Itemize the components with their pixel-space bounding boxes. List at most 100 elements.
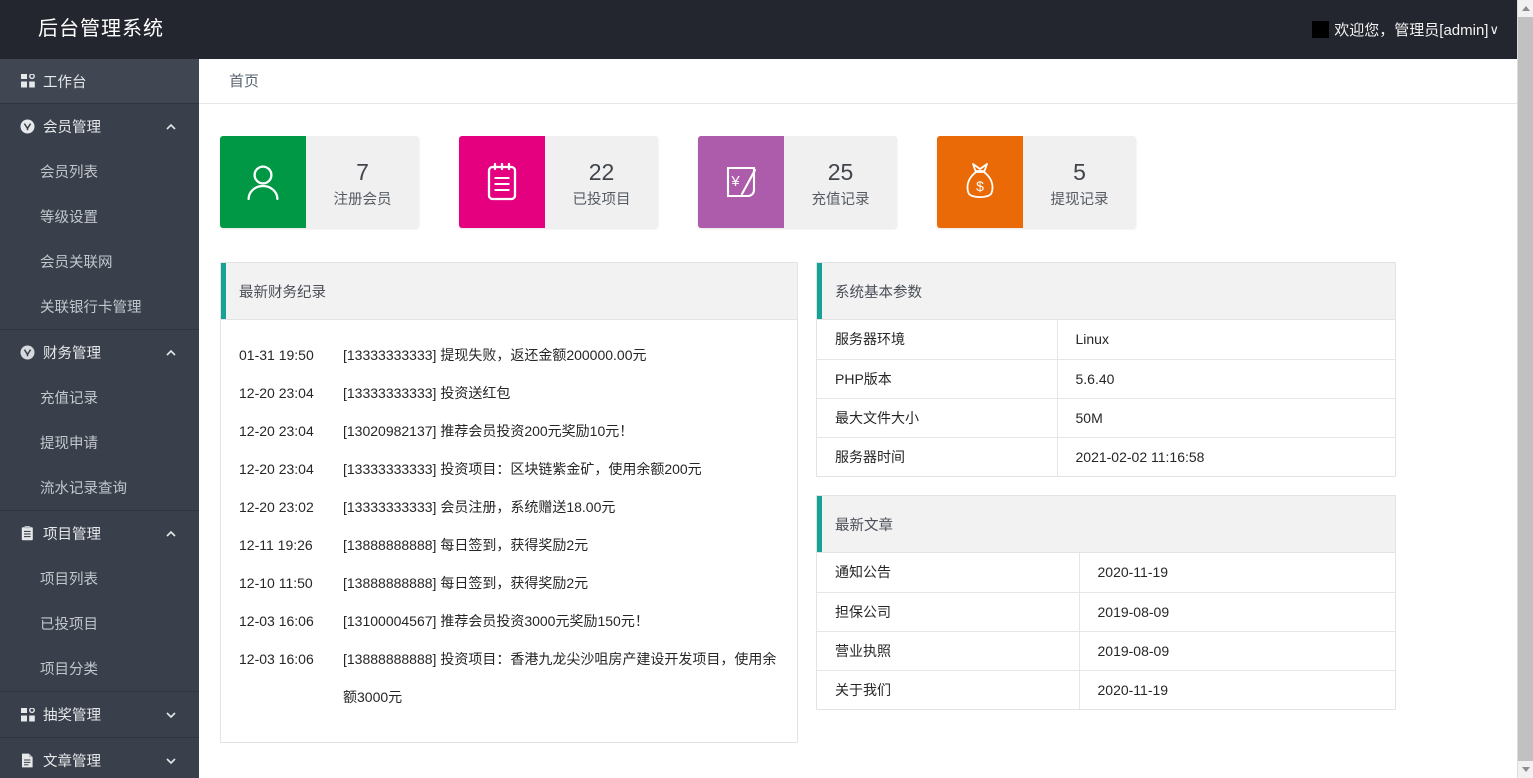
chevron-up-icon[interactable] (165, 121, 177, 133)
stat-card-body: 5 提现记录 (1023, 136, 1136, 228)
table-row[interactable]: 担保公司 2019-08-09 (817, 592, 1395, 631)
record-time: 12-20 23:04 (239, 450, 343, 488)
article-date: 2019-08-09 (1079, 592, 1395, 631)
record-time: 12-03 16:06 (239, 640, 343, 678)
list-item[interactable]: 12-20 23:04 [13333333333] 投资项目：区块链紫金矿，使用… (221, 450, 797, 488)
main-content: 首页 7 注册会员 (199, 59, 1517, 778)
list-item[interactable]: 12-03 16:06 [13100004567] 推荐会员投资3000元奖励1… (221, 602, 797, 640)
panel-row: 最新财务纪录 01-31 19:50 [13333333333] 提现失败，返还… (220, 262, 1496, 743)
sidebar-item-project-category[interactable]: 项目分类 (0, 646, 199, 691)
chevron-down-icon[interactable] (165, 755, 177, 767)
dashboard-grid-icon (20, 74, 35, 89)
table-row[interactable]: 通知公告 2020-11-19 (817, 553, 1395, 592)
sidebar-item-label: 关联银行卡管理 (40, 296, 142, 317)
list-item[interactable]: 12-10 11:50 [13888888888] 每日签到，获得奖励2元 (221, 564, 797, 602)
list-item[interactable]: 12-20 23:04 [13020982137] 推荐会员投资200元奖励10… (221, 412, 797, 450)
param-value: Linux (1057, 320, 1395, 359)
stat-card-withdraw-records[interactable]: $ 5 提现记录 (937, 136, 1136, 228)
member-badge-icon (20, 119, 35, 134)
sidebar-item-label: 会员关联网 (40, 251, 113, 272)
sidebar-item-label: 会员列表 (40, 161, 98, 182)
sidebar-item-transaction-query[interactable]: 流水记录查询 (0, 465, 199, 510)
sidebar-group-label: 会员管理 (43, 116, 101, 137)
tab-home[interactable]: 首页 (229, 59, 259, 104)
stat-card-registered-members[interactable]: 7 注册会员 (220, 136, 419, 228)
panel-title: 最新财务纪录 (239, 281, 326, 302)
sidebar-item-withdraw-request[interactable]: 提现申请 (0, 420, 199, 465)
stat-card-label: 已投项目 (573, 188, 631, 209)
sidebar-group-label: 财务管理 (43, 342, 101, 363)
chevron-down-icon[interactable] (165, 709, 177, 721)
scrollbar-thumb[interactable] (1518, 17, 1533, 761)
article-date: 2019-08-09 (1079, 631, 1395, 670)
article-title[interactable]: 关于我们 (817, 670, 1079, 709)
list-item[interactable]: 12-20 23:02 [13333333333] 会员注册，系统赠送18.00… (221, 488, 797, 526)
finance-badge-icon (20, 345, 35, 360)
clipboard-icon (20, 526, 35, 541)
table-row[interactable]: 关于我们 2020-11-19 (817, 670, 1395, 709)
stat-card-value: 22 (589, 159, 615, 185)
article-title[interactable]: 通知公告 (817, 553, 1079, 592)
chevron-up-icon[interactable] (165, 528, 177, 540)
document-icon (20, 753, 35, 768)
page-scrollbar[interactable] (1517, 0, 1533, 778)
sidebar-group-finance[interactable]: 财务管理 (0, 330, 199, 375)
param-key: 最大文件大小 (817, 398, 1057, 437)
sidebar-group-label: 抽奖管理 (43, 704, 101, 725)
param-value: 5.6.40 (1057, 359, 1395, 398)
sidebar-group-label: 项目管理 (43, 523, 101, 544)
top-header-bar: 后台管理系统 欢迎您，管理员[admin] ∨ (0, 0, 1517, 59)
param-key: 服务器环境 (817, 320, 1057, 359)
sidebar-item-level-settings[interactable]: 等级设置 (0, 194, 199, 239)
list-item[interactable]: 12-20 23:04 [13333333333] 投资送红包 (221, 374, 797, 412)
panel-header: 系统基本参数 (817, 263, 1395, 320)
svg-text:¥: ¥ (730, 173, 740, 190)
stat-card-body: 25 充值记录 (784, 136, 897, 228)
panel-header: 最新文章 (817, 496, 1395, 553)
record-time: 12-20 23:04 (239, 374, 343, 412)
param-key: PHP版本 (817, 359, 1057, 398)
panel-title: 最新文章 (835, 514, 893, 535)
stat-card-label: 提现记录 (1051, 188, 1109, 209)
sidebar-item-member-network[interactable]: 会员关联网 (0, 239, 199, 284)
chevron-down-icon[interactable]: ∨ (1489, 22, 1499, 38)
sidebar-group-project[interactable]: 项目管理 (0, 511, 199, 556)
money-bag-icon: $ (937, 136, 1023, 228)
param-key: 服务器时间 (817, 437, 1057, 476)
dashboard-grid-icon (20, 707, 35, 722)
svg-text:$: $ (976, 178, 984, 194)
record-text: [13020982137] 推荐会员投资200元奖励10元！ (343, 412, 785, 450)
yen-receipt-icon: ¥ (698, 136, 784, 228)
stat-card-invested-projects[interactable]: 22 已投项目 (459, 136, 658, 228)
scroll-up-arrow-icon[interactable] (1518, 0, 1533, 17)
chevron-up-icon[interactable] (165, 347, 177, 359)
stat-card-recharge-records[interactable]: ¥ 25 充值记录 (698, 136, 897, 228)
list-item[interactable]: 01-31 19:50 [13333333333] 提现失败，返还金额20000… (221, 336, 797, 374)
panel-header: 最新财务纪录 (221, 263, 797, 320)
record-time: 12-10 11:50 (239, 564, 343, 602)
user-menu[interactable]: 欢迎您，管理员[admin] ∨ (1312, 0, 1499, 59)
record-time: 12-11 19:26 (239, 526, 343, 564)
list-item[interactable]: 12-11 19:26 [13888888888] 每日签到，获得奖励2元 (221, 526, 797, 564)
sidebar-item-label: 流水记录查询 (40, 477, 127, 498)
record-text: [13333333333] 会员注册，系统赠送18.00元 (343, 488, 785, 526)
user-outline-icon (220, 136, 306, 228)
sidebar-item-project-list[interactable]: 项目列表 (0, 556, 199, 601)
stat-card-value: 25 (828, 159, 854, 185)
list-item[interactable]: 12-03 16:06 [13888888888] 投资项目：香港九龙尖沙咀房产… (221, 640, 797, 716)
article-title[interactable]: 担保公司 (817, 592, 1079, 631)
sidebar-item-member-list[interactable]: 会员列表 (0, 149, 199, 194)
sidebar-group-lottery[interactable]: 抽奖管理 (0, 692, 199, 737)
table-row: 服务器时间 2021-02-02 11:16:58 (817, 437, 1395, 476)
scroll-down-arrow-icon[interactable] (1518, 761, 1533, 778)
table-row[interactable]: 营业执照 2019-08-09 (817, 631, 1395, 670)
sidebar-group-article[interactable]: 文章管理 (0, 738, 199, 778)
sidebar-item-invested-projects[interactable]: 已投项目 (0, 601, 199, 646)
article-title[interactable]: 营业执照 (817, 631, 1079, 670)
panel-system-parameters: 系统基本参数 服务器环境 Linux PHP版本 5.6.40 (816, 262, 1396, 477)
article-date: 2020-11-19 (1079, 670, 1395, 709)
sidebar-group-member[interactable]: 会员管理 (0, 104, 199, 149)
sidebar-item-bankcard-manage[interactable]: 关联银行卡管理 (0, 284, 199, 329)
sidebar-item-recharge-records[interactable]: 充值记录 (0, 375, 199, 420)
sidebar-item-workbench[interactable]: 工作台 (0, 59, 199, 104)
